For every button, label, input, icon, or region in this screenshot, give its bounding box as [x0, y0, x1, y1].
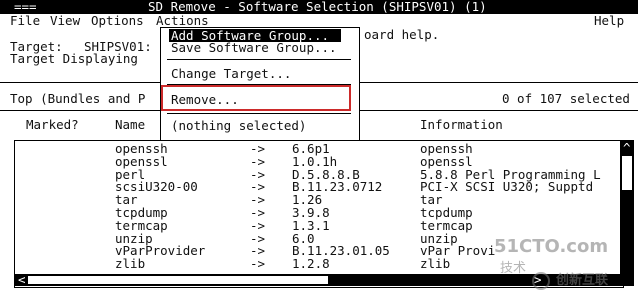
- scroll-up-icon[interactable]: ^: [623, 141, 631, 155]
- row-revision: 1.2.8: [292, 256, 330, 271]
- column-marked[interactable]: Marked?: [26, 118, 79, 132]
- row-name: zlib: [115, 256, 146, 271]
- watermark-sub: 技术: [500, 261, 527, 276]
- menu-view[interactable]: View: [50, 14, 80, 28]
- hint-text: oard help.: [364, 27, 440, 42]
- column-name[interactable]: Name: [115, 118, 145, 132]
- menu-item-save-software-group[interactable]: Save Software Group...: [171, 41, 337, 55]
- window-menu-button[interactable]: ===: [14, 0, 37, 14]
- vertical-scroll-thumb[interactable]: [622, 156, 632, 190]
- menu-help[interactable]: Help: [594, 14, 624, 28]
- highlight-annotation: [161, 85, 351, 111]
- row-information: zlib: [420, 256, 451, 271]
- menu-separator: [167, 113, 351, 114]
- menu-file[interactable]: File: [10, 14, 40, 28]
- watermark-brand: 创新互联: [556, 273, 609, 288]
- selection-count: 0 of 107 selected: [502, 91, 630, 106]
- row-information: PCI-X SCSI U320; Supptd: [420, 179, 594, 194]
- row-arrow: ->: [250, 256, 266, 271]
- brand-logo-icon: [532, 272, 550, 290]
- menu-options[interactable]: Options: [91, 14, 144, 28]
- window-title: SD Remove - Software Selection (SHIPSV01…: [148, 0, 487, 14]
- menu-item-nothing-selected: (nothing selected): [171, 118, 307, 133]
- menu-actions[interactable]: Actions: [156, 14, 209, 28]
- actions-dropdown: Add Software Group... Save Software Grou…: [160, 27, 360, 141]
- vertical-scrollbar[interactable]: ^: [620, 140, 634, 280]
- menu-separator: [167, 59, 351, 60]
- scroll-left-icon[interactable]: <: [18, 273, 26, 287]
- column-information[interactable]: Information: [420, 118, 503, 132]
- context-path: Top (Bundles and P: [10, 91, 146, 106]
- horizontal-scroll-thumb[interactable]: [28, 276, 328, 284]
- title-bar: === SD Remove - Software Selection (SHIP…: [0, 0, 638, 14]
- watermark-51cto: 51CTO.com: [494, 236, 609, 257]
- menu-item-change-target[interactable]: Change Target...: [171, 67, 291, 81]
- target-displaying: Target Displaying: [10, 51, 138, 66]
